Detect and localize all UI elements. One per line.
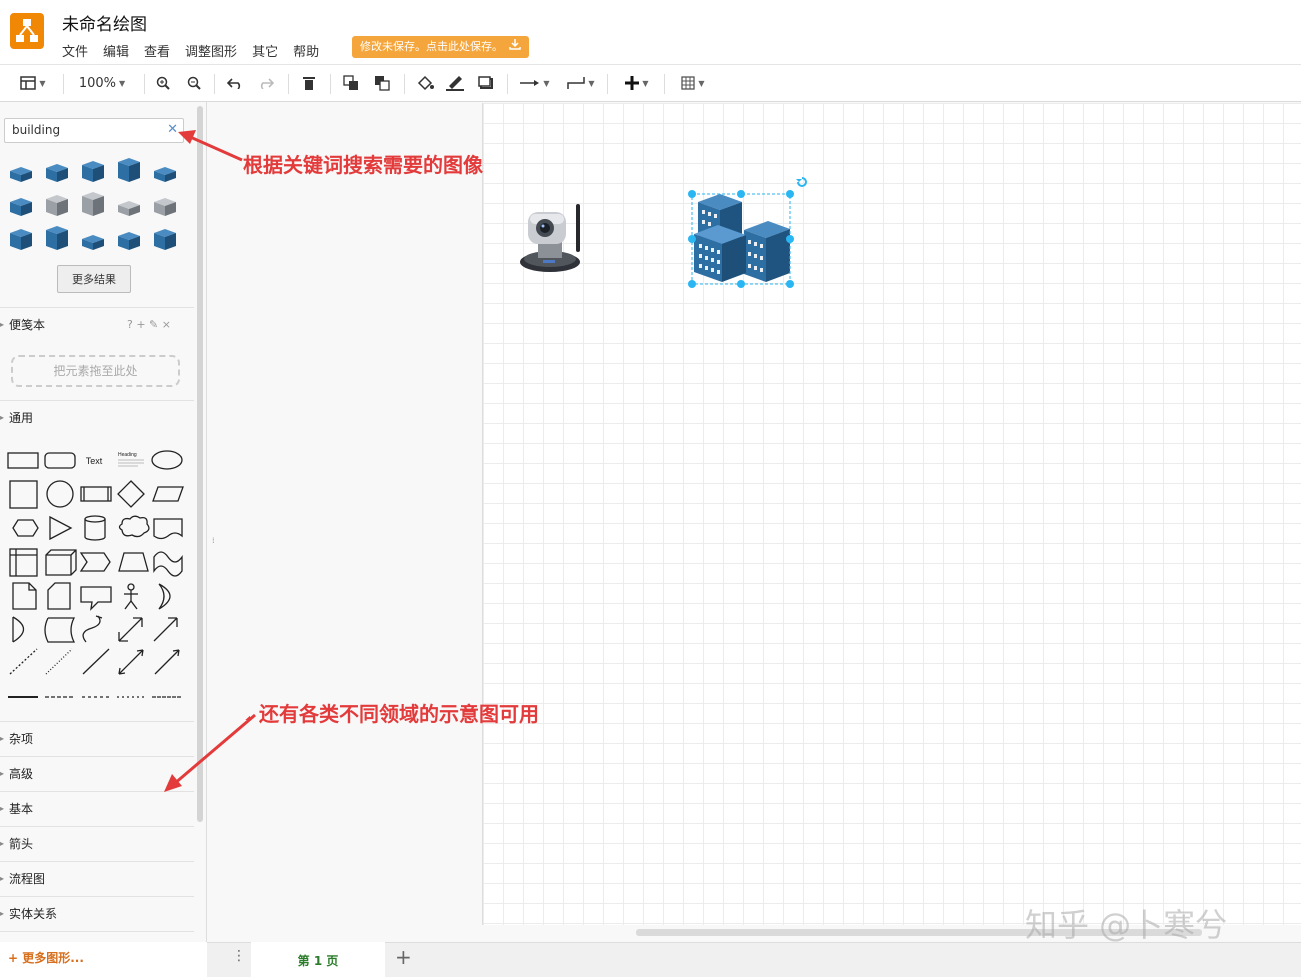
zoom-in-icon[interactable] — [154, 73, 172, 93]
drawing-canvas[interactable] — [482, 103, 1301, 925]
webcam-shape[interactable] — [516, 202, 586, 274]
to-back-icon[interactable] — [373, 73, 391, 93]
more-shapes-button[interactable]: + 更多图形... — [8, 949, 84, 966]
building-result-icon[interactable] — [6, 189, 36, 217]
scratchpad-title: 便笺本 — [9, 318, 46, 332]
more-results-button[interactable]: 更多结果 — [57, 265, 131, 293]
page-tab-1[interactable]: 第 1 页 — [251, 942, 385, 977]
unsaved-changes-button[interactable]: 修改未保存。点击此处保存。 — [352, 36, 529, 58]
annotation-search-hint: 根据关键词搜索需要的图像 — [243, 153, 483, 177]
line-color-icon[interactable] — [445, 73, 465, 93]
heading-shape-label: Heading — [118, 452, 137, 458]
building-result-icon[interactable] — [114, 189, 144, 217]
pages-menu-icon[interactable]: ⋮ — [232, 948, 246, 964]
menu-help[interactable]: 帮助 — [293, 41, 319, 60]
building-result-icon[interactable] — [114, 155, 144, 183]
redo-icon[interactable] — [257, 73, 275, 93]
insert-icon[interactable]: ▼ — [620, 73, 654, 93]
zoom-out-icon[interactable] — [185, 73, 203, 93]
shadow-icon[interactable] — [476, 73, 496, 93]
section-label: 杂项 — [9, 732, 34, 746]
menu-view[interactable]: 查看 — [144, 41, 170, 60]
section-label: 基本 — [9, 802, 34, 816]
scratchpad-drop-zone[interactable]: 把元素拖至此处 — [11, 355, 180, 387]
building-result-icon[interactable] — [42, 155, 72, 183]
building-result-icon[interactable] — [78, 189, 108, 217]
format-panel-toggle-icon[interactable]: ▼ — [16, 73, 50, 93]
delete-icon[interactable] — [300, 73, 318, 93]
shape-search-input[interactable] — [10, 122, 164, 138]
building-result-icon[interactable] — [78, 223, 108, 251]
add-page-button[interactable]: + — [395, 945, 412, 969]
menu-arrange[interactable]: 调整图形 — [185, 41, 237, 60]
waypoints-icon[interactable]: ▼ — [563, 73, 599, 93]
building-result-icon[interactable] — [114, 223, 144, 251]
section-label: 高级 — [9, 767, 34, 781]
undo-icon[interactable] — [226, 73, 244, 93]
sidebar-section-flowchart[interactable]: 流程图 — [0, 861, 194, 896]
building-result-icon[interactable] — [6, 223, 36, 251]
toolbar: ▼ 100% ▼ ▼ ▼ ▼ ▼ — [0, 64, 1301, 102]
annotation-arrows — [178, 130, 250, 720]
sidebar-section-arrows[interactable]: 箭头 — [0, 826, 194, 861]
annotation-domains-hint: 还有各类不同领域的示意图可用 — [259, 702, 539, 726]
fill-color-icon[interactable] — [415, 73, 435, 93]
save-warning-label: 修改未保存。点击此处保存。 — [360, 40, 503, 53]
menu-extras[interactable]: 其它 — [252, 41, 278, 60]
drawio-logo-icon[interactable] — [10, 13, 44, 49]
section-label: 箭头 — [9, 837, 34, 851]
general-section-title: 通用 — [9, 411, 34, 425]
section-label: 实体关系 — [9, 907, 58, 921]
building-result-icon[interactable] — [78, 155, 108, 183]
menu-bar: 文件 编辑 查看 调整图形 其它 帮助 — [62, 41, 334, 60]
building-result-icon[interactable] — [42, 223, 72, 251]
menu-file[interactable]: 文件 — [62, 41, 88, 60]
annotation-arrow-domains — [164, 713, 256, 792]
building-result-icon[interactable] — [6, 155, 36, 183]
menu-edit[interactable]: 编辑 — [103, 41, 129, 60]
zoom-value: 100% — [78, 75, 116, 91]
download-icon — [509, 36, 521, 58]
building-result-icon[interactable] — [42, 189, 72, 217]
sidebar-section-entity-relation[interactable]: 实体关系 — [0, 896, 194, 931]
document-title[interactable]: 未命名绘图 — [62, 10, 147, 35]
text-shape-label: Text — [86, 456, 103, 466]
connection-style-icon[interactable]: ▼ — [517, 73, 553, 93]
shape-search-box: ✕ — [4, 118, 184, 143]
section-label: 流程图 — [9, 872, 46, 886]
buildings-shape[interactable] — [684, 174, 814, 292]
sidebar-divider — [0, 931, 194, 932]
watermark: 知乎 @卜寒兮 — [1025, 906, 1228, 944]
table-icon[interactable]: ▼ — [676, 73, 710, 93]
to-front-icon[interactable] — [342, 73, 360, 93]
zoom-select[interactable]: 100% ▼ — [76, 73, 128, 93]
